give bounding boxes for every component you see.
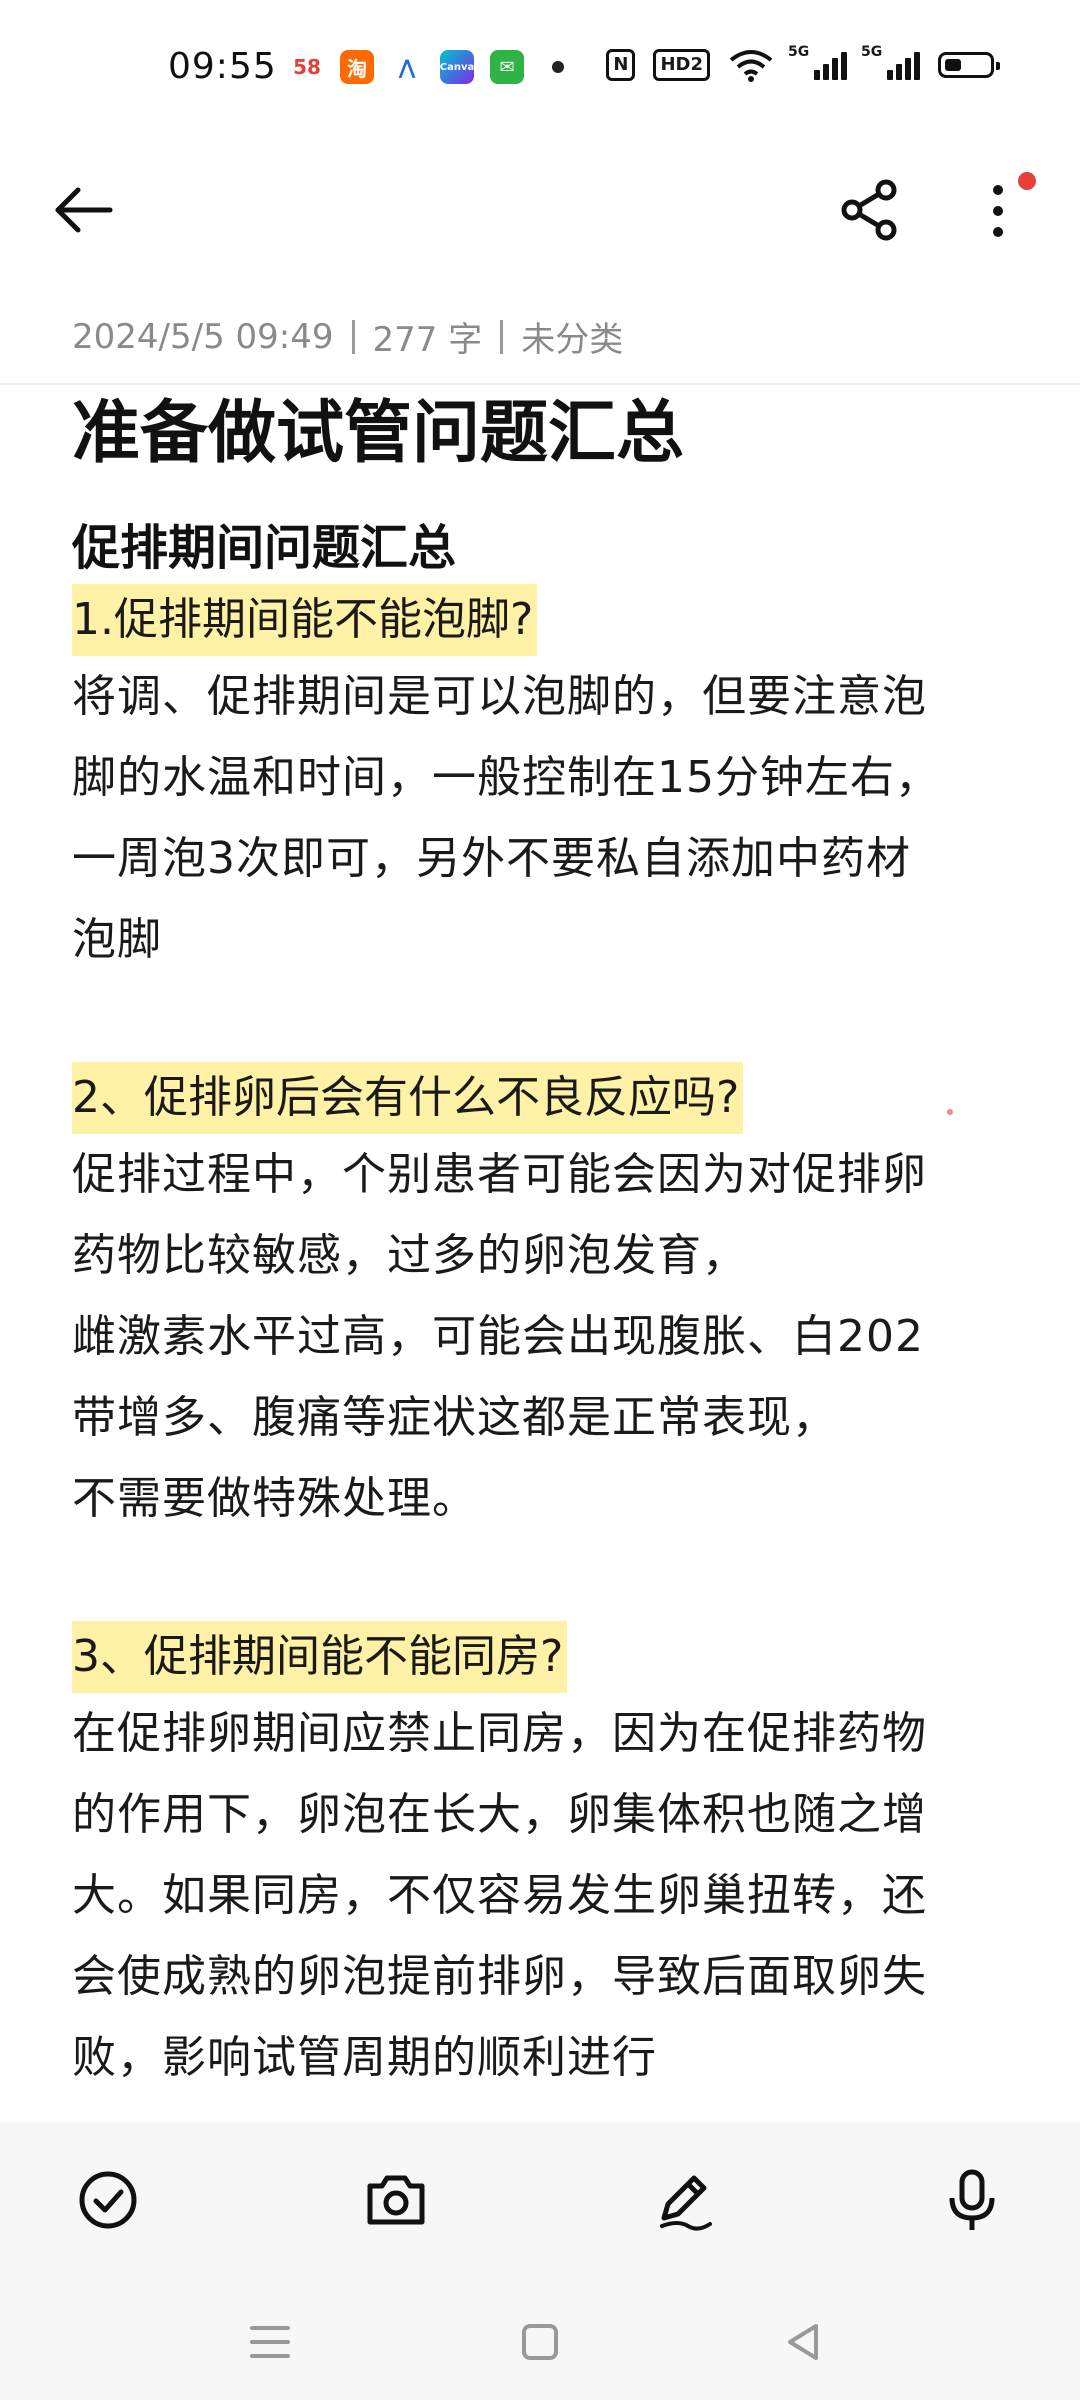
question-2-highlight[interactable]: 2、促排卵后会有什么不良反应吗? bbox=[72, 1062, 744, 1134]
answer-3-line[interactable]: 在促排卵期间应禁止同房，因为在促排药物 bbox=[72, 1693, 1012, 1774]
app-taobao-icon: 淘 bbox=[340, 50, 374, 84]
status-app-icons: 58 淘 ⋀ Canva ✉ bbox=[290, 50, 564, 84]
triangle-back-icon bbox=[788, 2324, 818, 2360]
answer-1-line[interactable]: 将调、促排期间是可以泡脚的，但要注意泡 bbox=[72, 656, 1012, 737]
arrow-left-icon bbox=[55, 187, 113, 233]
signal-5g-1-icon: 5G bbox=[788, 44, 847, 80]
signal-5g-2-icon: 5G bbox=[861, 44, 920, 80]
answer-2-line[interactable]: 药物比较敏感，过多的卵泡发育， bbox=[72, 1215, 1012, 1296]
app-maps-icon: ⋀ bbox=[398, 55, 416, 79]
question-1-highlight[interactable]: 1.促排期间能不能泡脚? bbox=[72, 584, 538, 656]
more-vertical-icon bbox=[993, 185, 1003, 237]
note-body[interactable]: 准备做试管问题汇总 促排期间问题汇总 1.促排期间能不能泡脚? 将调、促排期间是… bbox=[72, 392, 1012, 2098]
square-home-icon bbox=[522, 2324, 558, 2360]
menu-lines-icon bbox=[250, 2326, 290, 2358]
answer-1-line[interactable]: 泡脚 bbox=[72, 899, 1012, 980]
back-button[interactable] bbox=[50, 180, 120, 240]
answer-2-line[interactable]: 带增多、腹痛等症状这都是正常表现， bbox=[72, 1377, 1012, 1458]
section-heading[interactable]: 促排期间问题汇总 bbox=[72, 512, 1012, 584]
note-date: 2024/5/5 09:49 bbox=[72, 316, 334, 357]
editor-toolbar bbox=[0, 2122, 1080, 2282]
share-button[interactable] bbox=[838, 178, 902, 242]
wifi-icon bbox=[729, 50, 773, 82]
camera-button[interactable] bbox=[360, 2164, 432, 2236]
meta-divider bbox=[351, 319, 355, 354]
share-icon bbox=[841, 179, 897, 241]
status-system-icons: N HD2 5G 5G bbox=[606, 44, 1000, 82]
answer-3-line[interactable]: 会使成熟的卵泡提前排卵，导致后面取卵失 bbox=[72, 1936, 1012, 2017]
nav-back-button[interactable] bbox=[776, 2314, 832, 2370]
status-time: 09:55 bbox=[168, 46, 277, 87]
handwriting-button[interactable] bbox=[648, 2164, 720, 2236]
cursor-marker bbox=[947, 1109, 953, 1115]
note-meta: 2024/5/5 09:49 277 字 未分类 bbox=[72, 312, 623, 361]
notification-dot-icon bbox=[552, 61, 564, 73]
answer-3-line[interactable]: 败，影响试管周期的顺利进行 bbox=[72, 2017, 1012, 2098]
checklist-button[interactable] bbox=[72, 2164, 144, 2236]
answer-2-line[interactable]: 雌激素水平过高，可能会出现腹胀、白202 bbox=[72, 1296, 1012, 1377]
nfc-icon: N bbox=[606, 49, 636, 81]
notification-badge bbox=[1018, 172, 1036, 190]
answer-3-line[interactable]: 的作用下，卵泡在长大，卵集体积也随之增 bbox=[72, 1774, 1012, 1855]
recent-apps-button[interactable] bbox=[242, 2314, 298, 2370]
camera-icon bbox=[367, 2175, 425, 2225]
pen-icon bbox=[660, 2175, 712, 2231]
answer-2-line[interactable]: 不需要做特殊处理。 bbox=[72, 1458, 1012, 1539]
home-button[interactable] bbox=[512, 2314, 568, 2370]
status-bar: 09:55 58 淘 ⋀ Canva ✉ N HD2 5G 5G bbox=[0, 0, 1080, 140]
meta-divider bbox=[500, 319, 504, 354]
hd-voice-icon: HD2 bbox=[653, 49, 710, 81]
note-title[interactable]: 准备做试管问题汇总 bbox=[72, 392, 1012, 476]
app-canva-icon: Canva bbox=[440, 50, 474, 84]
voice-input-button[interactable] bbox=[936, 2164, 1008, 2236]
microphone-icon bbox=[949, 2169, 995, 2230]
battery-icon bbox=[938, 52, 1000, 78]
more-options-button[interactable] bbox=[980, 176, 1020, 246]
note-category[interactable]: 未分类 bbox=[521, 312, 623, 361]
checkbox-icon bbox=[79, 2171, 137, 2229]
system-nav-bar bbox=[0, 2282, 1080, 2400]
answer-1-line[interactable]: 脚的水温和时间，一般控制在15分钟左右， bbox=[72, 737, 1012, 818]
answer-3-line[interactable]: 大。如果同房，不仅容易发生卵巢扭转，还 bbox=[72, 1855, 1012, 1936]
app-messages-icon: ✉ bbox=[490, 50, 524, 84]
answer-1-line[interactable]: 一周泡3次即可，另外不要私自添加中药材 bbox=[72, 818, 1012, 899]
note-word-count: 277 字 bbox=[372, 320, 483, 360]
question-3-highlight[interactable]: 3、促排期间能不能同房? bbox=[72, 1621, 568, 1693]
header-divider bbox=[0, 383, 1080, 385]
app-58-icon: 58 bbox=[293, 55, 321, 79]
answer-2-line[interactable]: 促排过程中，个别患者可能会因为对促排卵 bbox=[72, 1134, 1012, 1215]
